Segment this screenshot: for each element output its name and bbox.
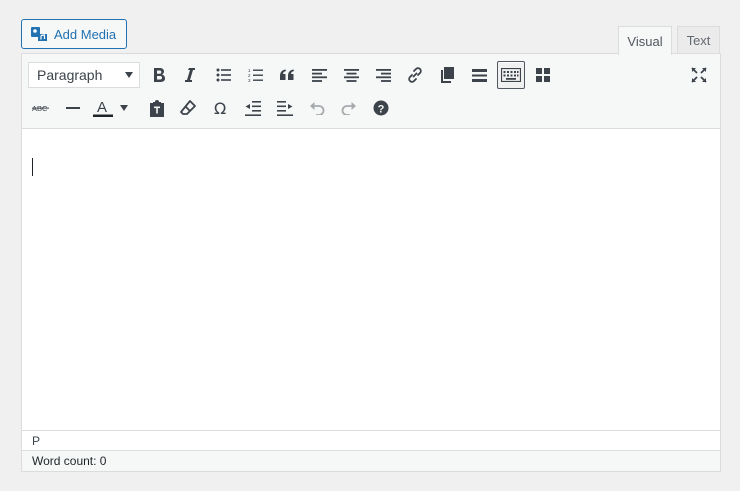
paste-as-text-button[interactable] <box>143 94 171 122</box>
read-more-icon <box>441 67 454 83</box>
add-media-label: Add Media <box>54 26 117 42</box>
horizontal-line-button[interactable] <box>59 94 87 122</box>
align-center-button[interactable] <box>337 61 365 89</box>
align-right-button[interactable] <box>369 61 397 89</box>
element-path-item[interactable]: P <box>32 434 40 448</box>
bold-icon <box>154 68 165 82</box>
paste-as-text-icon <box>150 99 164 117</box>
text-color-button[interactable]: A <box>92 94 114 122</box>
add-media-button[interactable]: Add Media <box>21 19 127 49</box>
svg-text:?: ? <box>378 103 385 115</box>
outdent-icon <box>245 100 261 116</box>
blockquote-icon <box>280 69 294 80</box>
word-count: Word count: 0 <box>22 450 720 471</box>
block-grid-icon <box>536 68 550 82</box>
element-path: P <box>22 430 720 450</box>
align-left-icon <box>311 68 327 82</box>
tab-visual[interactable]: Visual <box>618 26 672 55</box>
chevron-down-icon <box>125 72 133 78</box>
svg-text:3: 3 <box>248 78 251 83</box>
chevron-down-icon <box>120 105 128 111</box>
undo-icon <box>310 102 325 115</box>
italic-icon <box>185 68 195 82</box>
fullscreen-icon <box>691 67 707 83</box>
align-right-icon <box>375 68 391 82</box>
align-center-icon <box>343 68 359 82</box>
block-grid-button[interactable] <box>529 61 557 89</box>
more-tag-icon <box>471 68 487 82</box>
fullscreen-button[interactable] <box>685 61 713 89</box>
help-icon: ? <box>373 100 389 116</box>
toolbar-toggle-button[interactable] <box>497 61 525 89</box>
indent-button[interactable] <box>271 94 299 122</box>
link-icon <box>408 67 422 83</box>
numbered-list-icon: 123 <box>248 68 263 83</box>
indent-icon <box>277 100 293 116</box>
link-button[interactable] <box>401 61 429 89</box>
numbered-list-button[interactable]: 123 <box>242 61 270 89</box>
help-button[interactable]: ? <box>367 94 395 122</box>
tab-text[interactable]: Text <box>677 26 720 54</box>
strikethrough-button[interactable]: ABC <box>27 94 55 122</box>
format-select-value: Paragraph <box>37 67 103 83</box>
keyboard-icon <box>501 68 521 82</box>
insert-more-tag-button[interactable] <box>465 61 493 89</box>
editor: Paragraph 123 ABC A Ω ? P Word count: 0 <box>21 53 721 472</box>
bold-button[interactable] <box>145 61 173 89</box>
special-character-button[interactable]: Ω <box>207 94 235 122</box>
svg-text:A: A <box>97 99 107 116</box>
bulleted-list-icon <box>216 68 231 82</box>
horizontal-line-icon <box>66 107 80 109</box>
editor-toolbar: Paragraph 123 ABC A Ω ? <box>22 54 720 129</box>
text-color-dropdown[interactable] <box>117 94 131 122</box>
redo-button[interactable] <box>335 94 363 122</box>
clear-formatting-icon <box>180 100 196 115</box>
undo-button[interactable] <box>303 94 331 122</box>
text-cursor <box>32 158 33 176</box>
text-color-icon: A <box>93 99 113 117</box>
clear-formatting-button[interactable] <box>174 94 202 122</box>
svg-text:Ω: Ω <box>214 100 226 116</box>
read-more-button[interactable] <box>433 61 461 89</box>
outdent-button[interactable] <box>239 94 267 122</box>
editor-content-area[interactable] <box>22 130 720 429</box>
italic-button[interactable] <box>176 61 204 89</box>
blockquote-button[interactable] <box>273 61 301 89</box>
align-left-button[interactable] <box>305 61 333 89</box>
format-select[interactable]: Paragraph <box>28 62 140 88</box>
strikethrough-icon: ABC <box>32 104 49 113</box>
media-icon <box>31 27 47 41</box>
special-character-icon: Ω <box>214 100 226 116</box>
bulleted-list-button[interactable] <box>210 61 238 89</box>
redo-icon <box>341 102 356 115</box>
